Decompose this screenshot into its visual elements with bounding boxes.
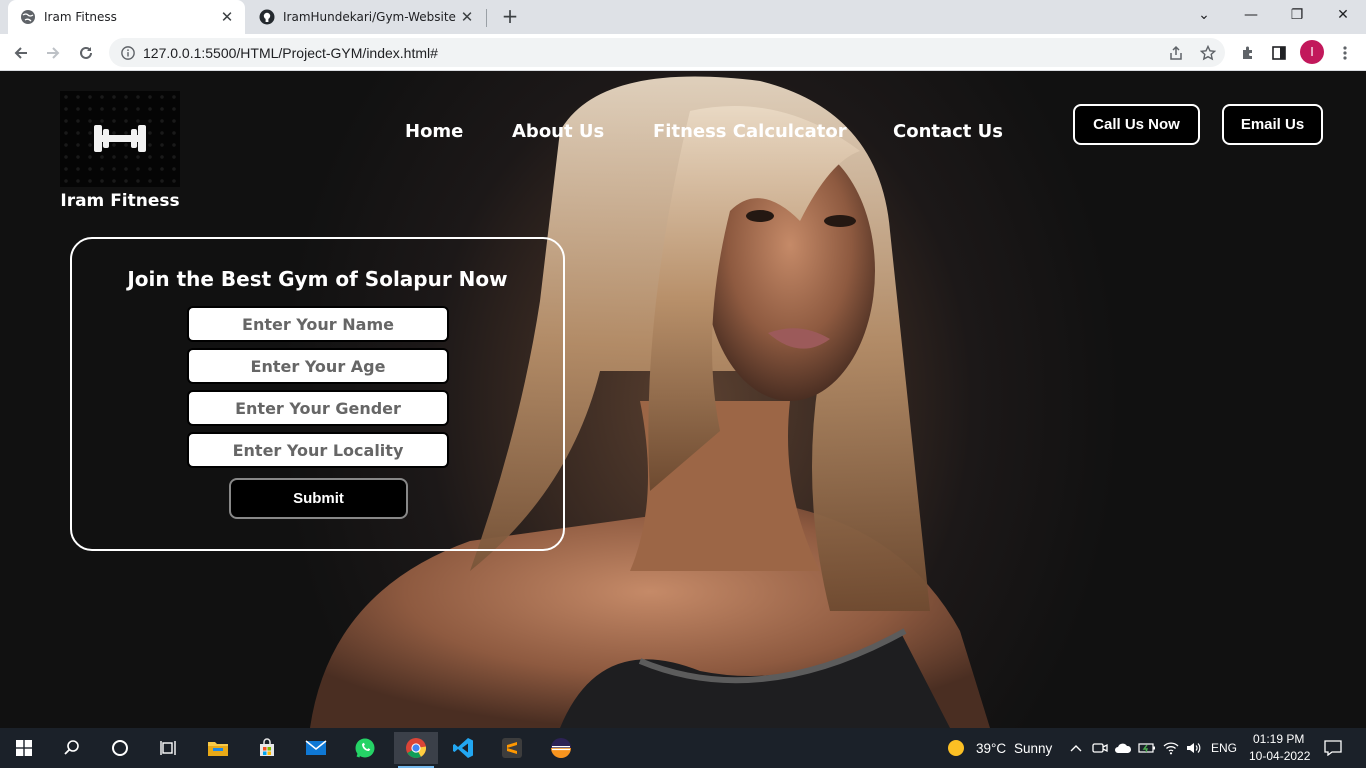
new-tab-button[interactable]: + <box>498 5 522 29</box>
volume-icon[interactable] <box>1184 738 1204 758</box>
tab-search-icon[interactable]: ⌄ <box>1181 0 1227 30</box>
weather-sun-icon[interactable] <box>946 738 966 758</box>
github-icon <box>259 9 275 25</box>
weather-condition[interactable]: Sunny <box>1014 741 1052 756</box>
onedrive-icon[interactable] <box>1113 738 1133 758</box>
nav-contact-us[interactable]: Contact Us <box>893 121 1003 142</box>
close-window-button[interactable]: ✕ <box>1320 0 1366 30</box>
vscode-icon[interactable] <box>443 732 483 764</box>
clock-date[interactable]: 10-04-2022 <box>1249 749 1310 763</box>
restore-button[interactable]: ❐ <box>1274 0 1320 30</box>
tab-title: IramHundekari/Gym-Website at ... <box>283 10 459 24</box>
nav-fitness-calculator[interactable]: Fitness Calculcator <box>653 121 847 142</box>
browser-tabstrip: Iram Fitness ✕ IramHundekari/Gym-Website… <box>0 0 1366 34</box>
name-input[interactable] <box>187 306 449 342</box>
site-info-icon[interactable] <box>121 45 135 60</box>
sublime-text-icon[interactable] <box>492 732 532 764</box>
bookmark-star-icon[interactable] <box>1199 44 1217 62</box>
gym-landing-page: Iram Fitness Home About Us Fitness Calcu… <box>0 71 1366 728</box>
call-us-now-button[interactable]: Call Us Now <box>1073 104 1200 145</box>
forward-button[interactable] <box>40 40 66 66</box>
reload-icon <box>80 46 92 59</box>
close-tab-icon[interactable]: ✕ <box>219 8 235 26</box>
microsoft-store-icon[interactable] <box>247 732 287 764</box>
tab-divider <box>486 9 487 27</box>
task-view-icon[interactable] <box>148 732 188 764</box>
eclipse-icon[interactable] <box>541 732 581 764</box>
profile-avatar[interactable]: I <box>1300 40 1324 64</box>
email-us-button[interactable]: Email Us <box>1222 104 1323 145</box>
nav-about-us[interactable]: About Us <box>512 121 604 142</box>
arrow-left-icon <box>14 47 27 59</box>
share-icon[interactable] <box>1167 44 1185 62</box>
minimize-button[interactable]: — <box>1228 0 1274 30</box>
arrow-right-icon <box>47 47 60 59</box>
gender-input[interactable] <box>187 390 449 426</box>
notifications-icon[interactable] <box>1322 738 1344 758</box>
wifi-icon[interactable] <box>1161 738 1181 758</box>
meet-now-icon[interactable] <box>1090 738 1110 758</box>
age-input[interactable] <box>187 348 449 384</box>
chrome-icon[interactable] <box>394 732 438 768</box>
battery-charging-icon[interactable] <box>1137 738 1157 758</box>
globe-icon <box>21 10 35 24</box>
address-bar[interactable]: 127.0.0.1:5500/HTML/Project-GYM/index.ht… <box>109 38 1225 67</box>
nav-home[interactable]: Home <box>405 121 463 142</box>
input-language[interactable]: ENG <box>1211 741 1237 755</box>
mail-icon[interactable] <box>296 732 336 764</box>
weather-temp[interactable]: 39°C <box>976 741 1006 756</box>
browser-menu-icon[interactable] <box>1332 40 1358 66</box>
url-text: 127.0.0.1:5500/HTML/Project-GYM/index.ht… <box>143 44 438 61</box>
search-icon[interactable] <box>52 732 92 764</box>
browser-toolbar: 127.0.0.1:5500/HTML/Project-GYM/index.ht… <box>0 34 1366 71</box>
brand-name: Iram Fitness <box>60 191 180 211</box>
dumbbell-icon <box>94 125 146 152</box>
windows-taskbar: 39°C Sunny ENG 01:19 PM 10-04-2022 <box>0 728 1366 768</box>
tab-github[interactable]: IramHundekari/Gym-Website at ... ✕ <box>247 0 485 34</box>
submit-button[interactable]: Submit <box>229 478 408 519</box>
back-button[interactable] <box>8 40 34 66</box>
reload-button[interactable] <box>73 40 99 66</box>
form-title: Join the Best Gym of Solapur Now <box>127 267 508 291</box>
side-panel-icon[interactable] <box>1266 40 1292 66</box>
file-explorer-icon[interactable] <box>198 732 238 764</box>
tab-title: Iram Fitness <box>44 10 117 24</box>
chevron-up-icon[interactable] <box>1066 738 1086 758</box>
cortana-icon[interactable] <box>100 732 140 764</box>
close-tab-icon[interactable]: ✕ <box>459 8 475 26</box>
join-form: Join the Best Gym of Solapur Now Submit <box>70 237 565 551</box>
locality-input[interactable] <box>187 432 449 468</box>
tab-iram-fitness[interactable]: Iram Fitness ✕ <box>8 0 245 34</box>
extensions-icon[interactable] <box>1235 40 1261 66</box>
gym-logo[interactable] <box>60 91 180 187</box>
whatsapp-icon[interactable] <box>345 732 385 764</box>
clock-time[interactable]: 01:19 PM <box>1253 732 1304 746</box>
windows-start-icon[interactable] <box>4 732 44 764</box>
